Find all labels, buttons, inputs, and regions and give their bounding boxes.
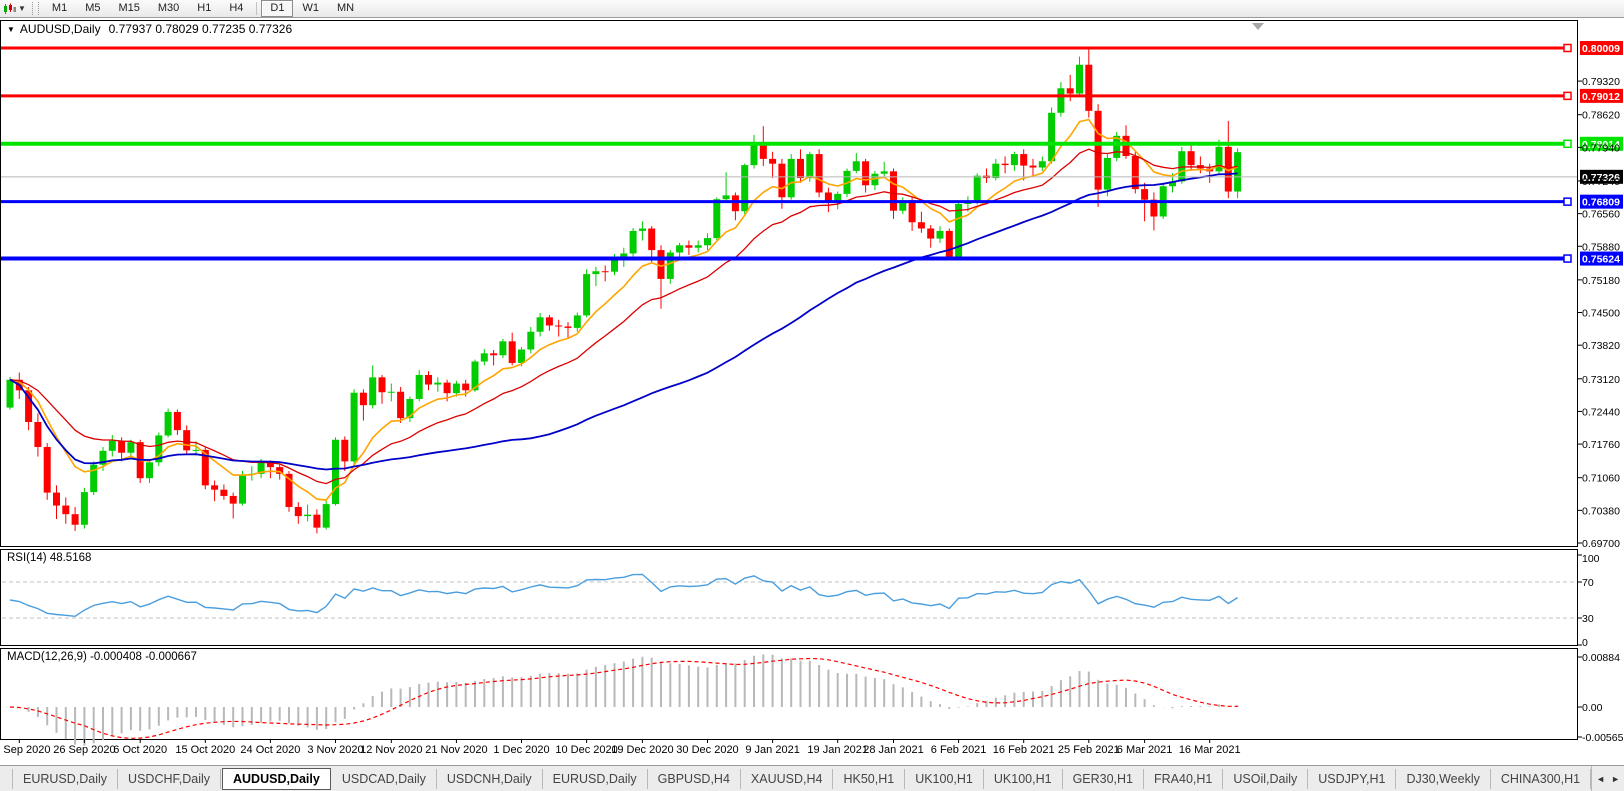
chart-tabs-bar: EURUSD,Daily USDCHF,Daily AUDUSD,Daily U…: [0, 765, 1624, 791]
svg-text:0.74500: 0.74500: [1582, 308, 1620, 320]
svg-text:28 Jan 2021: 28 Jan 2021: [863, 744, 924, 756]
svg-text:26 Sep 2020: 26 Sep 2020: [53, 744, 115, 756]
svg-text:15 Oct 2020: 15 Oct 2020: [175, 744, 235, 756]
tab-scroll-right-icon[interactable]: ►: [1611, 774, 1620, 784]
svg-text:6 Feb 2021: 6 Feb 2021: [931, 744, 987, 756]
svg-text:24 Oct 2020: 24 Oct 2020: [240, 744, 300, 756]
chart-tab[interactable]: USDCHF,Daily: [118, 769, 221, 789]
chart-tab[interactable]: UK100,H1: [984, 769, 1063, 789]
chart-title: ▼ AUDUSD,Daily 0.77937 0.78029 0.77235 0.7…: [7, 22, 292, 36]
price-chart-canvas[interactable]: 0.00884 0.00 -0.005651 100 70 30 0 0.80009 0.790…: [0, 0, 1624, 765]
tab-scroll-left-icon[interactable]: ◄: [1596, 774, 1605, 784]
svg-text:30: 30: [1582, 613, 1594, 625]
svg-text:12 Nov 2020: 12 Nov 2020: [360, 744, 422, 756]
svg-text:0: 0: [1582, 637, 1588, 649]
chart-tab[interactable]: USOil,Daily: [1223, 769, 1308, 789]
symbol-period-label: AUDUSD,Daily: [20, 22, 101, 36]
svg-text:0.72440: 0.72440: [1582, 406, 1620, 418]
svg-text:0.78620: 0.78620: [1582, 110, 1620, 122]
svg-text:25 Feb 2021: 25 Feb 2021: [1058, 744, 1120, 756]
chart-tab[interactable]: HK50,H1: [833, 769, 905, 789]
svg-text:6 Oct 2020: 6 Oct 2020: [113, 744, 167, 756]
svg-text:0.79320: 0.79320: [1582, 76, 1620, 88]
chart-tab[interactable]: EURUSD,Daily: [543, 769, 648, 789]
svg-text:19 Jan 2021: 19 Jan 2021: [807, 744, 868, 756]
svg-text:0.73820: 0.73820: [1582, 340, 1620, 352]
chart-tab[interactable]: GBPUSD,H4: [648, 769, 741, 789]
chart-tab[interactable]: FRA40,H1: [1144, 769, 1223, 789]
svg-text:0.00: 0.00: [1582, 702, 1603, 714]
svg-text:0.80009: 0.80009: [1582, 43, 1620, 55]
svg-text:0.79012: 0.79012: [1582, 91, 1620, 103]
chart-tab[interactable]: DJ30,Weekly: [1396, 769, 1490, 789]
svg-text:0.00884: 0.00884: [1582, 652, 1620, 664]
svg-text:21 Nov 2020: 21 Nov 2020: [425, 744, 487, 756]
svg-text:100: 100: [1582, 553, 1600, 565]
svg-text:0.75624: 0.75624: [1582, 254, 1620, 266]
chart-tab[interactable]: USDJPY,H1: [1308, 769, 1396, 789]
svg-text:30 Dec 2020: 30 Dec 2020: [676, 744, 738, 756]
svg-text:0.69700: 0.69700: [1582, 538, 1620, 550]
svg-text:9 Jan 2021: 9 Jan 2021: [745, 744, 799, 756]
svg-text:16 Feb 2021: 16 Feb 2021: [993, 744, 1055, 756]
ohlc-values: 0.77937 0.78029 0.77235 0.77326: [109, 22, 293, 36]
svg-text:10 Dec 2020: 10 Dec 2020: [555, 744, 617, 756]
svg-text:70: 70: [1582, 577, 1594, 589]
macd-indicator-label: MACD(12,26,9) -0.000408 -0.000667: [7, 651, 197, 663]
svg-text:1 Dec 2020: 1 Dec 2020: [493, 744, 549, 756]
svg-text:3 Nov 2020: 3 Nov 2020: [307, 744, 363, 756]
svg-text:16 Mar 2021: 16 Mar 2021: [1179, 744, 1241, 756]
chart-tab-active[interactable]: AUDUSD,Daily: [222, 768, 331, 790]
svg-text:0.70380: 0.70380: [1582, 505, 1620, 517]
svg-text:0.75180: 0.75180: [1582, 275, 1620, 287]
chart-tab[interactable]: XAUUSD,H4: [741, 769, 834, 789]
svg-text:0.75880: 0.75880: [1582, 241, 1620, 253]
svg-text:0.77940: 0.77940: [1582, 142, 1620, 154]
tab-scroll-arrows: ◄ ►: [1591, 766, 1624, 791]
svg-text:0.73120: 0.73120: [1582, 374, 1620, 386]
svg-text:0.76809: 0.76809: [1582, 197, 1620, 209]
chart-tab[interactable]: CHINA300,H1: [1491, 769, 1591, 789]
svg-text:6 Mar 2021: 6 Mar 2021: [1117, 744, 1173, 756]
chart-tab[interactable]: USDCAD,Daily: [332, 769, 437, 789]
chart-tab[interactable]: GER30,H1: [1063, 769, 1144, 789]
one-click-menu-caret-icon[interactable]: ▼: [7, 25, 15, 34]
svg-text:0.76560: 0.76560: [1582, 209, 1620, 221]
svg-text:0.71760: 0.71760: [1582, 439, 1620, 451]
svg-text:0.77240: 0.77240: [1582, 176, 1620, 188]
chart-tab[interactable]: UK100,H1: [905, 769, 984, 789]
svg-text:0.71060: 0.71060: [1582, 473, 1620, 485]
svg-text:17 Sep 2020: 17 Sep 2020: [0, 744, 50, 756]
rsi-indicator-label: RSI(14) 48.5168: [7, 552, 91, 564]
mt4-window: ▼ M1 M5 M15 M30 H1 H4 D1 W1 MN 0.008840.…: [0, 0, 1624, 791]
svg-text:19 Dec 2020: 19 Dec 2020: [611, 744, 673, 756]
chart-tab[interactable]: EURUSD,Daily: [12, 769, 118, 789]
svg-text:-0.005651: -0.005651: [1582, 732, 1624, 744]
chart-tab[interactable]: USDCNH,Daily: [437, 769, 543, 789]
